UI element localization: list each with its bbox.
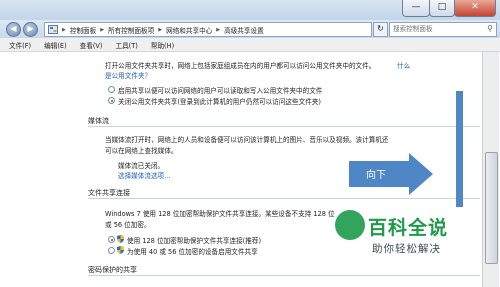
encryption-40-56-radio[interactable] [108,247,115,254]
breadcrumb-separator: ▶ [158,26,163,33]
breadcrumb-advanced-sharing[interactable]: 高级共享设置 [222,25,266,35]
encryption-128-label[interactable]: 使用 128 位加密帮助保护文件共享连接(推荐) [127,235,261,245]
breadcrumb-separator: ▶ [100,26,105,33]
what-is-public-folder-link-part1[interactable]: 什么 [397,60,410,70]
menu-file[interactable]: 文件(F) [9,40,31,50]
vertical-scrollbar[interactable] [482,52,499,287]
maximize-button[interactable]: □ [429,0,455,17]
control-panel-icon [48,25,58,34]
media-status: 媒体流已关闭。 [118,162,165,170]
breadcrumb-control-panel[interactable]: 控制面板 [68,25,98,35]
enable-public-sharing-label[interactable]: 启用共享以便可以访问网络的用户可以读取和写入公用文件夹中的文件 [118,85,322,95]
breadcrumb[interactable]: ▶ 控制面板 ▶ 所有控制面板项 ▶ 网络和共享中心 ▶ 高级共享设置 [44,22,372,37]
section-divider [88,126,480,127]
disable-public-sharing-radio[interactable] [108,97,115,104]
forward-button[interactable]: ▶ [23,22,38,37]
arrow-label: 向下 [366,170,386,181]
media-streaming-heading: 媒体流 [88,117,109,125]
scrollbar-thumb[interactable] [485,152,498,264]
file-sharing-description-line2: 或 56 位加密。 [105,221,151,229]
scroll-down-arrow-icon [349,153,433,195]
menu-view[interactable]: 查看(V) [80,40,103,50]
close-button[interactable]: ✕ [454,0,496,17]
uac-shield-icon [117,246,124,254]
menu-tools[interactable]: 工具(T) [115,40,137,50]
scroll-indicator-bar [456,91,463,207]
file-sharing-description-line1: Windows 7 使用 128 位加密帮助保护文件共享连接。某些设备不支持 1… [105,210,335,218]
media-description-line2: 可以在网络上查找媒体。 [105,147,178,155]
what-is-public-folder-link[interactable]: 是公用文件夹？ [105,70,151,80]
watermark-title: 百科全说 [368,217,449,239]
media-description-line1: 当媒体流打开时，网络上的人员和设备便可以访问该计算机上的图片、音乐以及视频。该计… [105,136,389,144]
search-box[interactable]: ⚲ [389,22,497,37]
uac-shield-icon [117,235,124,243]
breadcrumb-network-center[interactable]: 网络和共享中心 [164,25,214,35]
minimize-button[interactable]: — [402,0,430,17]
section-divider [88,275,480,276]
menu-bar: 文件(F) 编辑(E) 查看(V) 工具(T) 帮助(H) [0,38,500,52]
password-protected-sharing-heading: 密码保护的共享 [88,266,137,274]
file-sharing-heading: 文件共享连接 [88,189,130,197]
breadcrumb-all-items[interactable]: 所有控制面板项 [106,25,156,35]
encryption-128-radio[interactable] [108,236,115,243]
address-row: ◀ ▶ ▶ 控制面板 ▶ 所有控制面板项 ▶ 网络和共享中心 ▶ 高级共享设置 … [0,20,500,38]
menu-help[interactable]: 帮助(H) [151,40,174,50]
watermark-logo-icon [335,210,365,240]
watermark-subtitle: 助你轻松解决 [372,243,441,255]
breadcrumb-separator: ▶ [216,26,221,33]
encryption-40-56-label[interactable]: 为使用 40 或 56 位加密的设备启用文件共享 [127,246,258,256]
disable-public-sharing-label[interactable]: 关闭公用文件夹共享(登录到此计算机的用户仍然可以访问这些文件夹) [118,96,321,106]
menu-edit[interactable]: 编辑(E) [44,40,67,50]
refresh-button[interactable]: ↻ [373,22,388,37]
search-input[interactable] [390,23,484,34]
search-icon[interactable]: ⚲ [487,24,493,33]
media-options-link[interactable]: 选择媒体流选项... [118,170,170,180]
back-button[interactable]: ◀ [6,22,21,37]
section-divider [88,198,480,199]
enable-public-sharing-radio[interactable] [108,86,115,93]
breadcrumb-separator: ▶ [62,26,66,33]
title-bar: — □ ✕ [0,0,500,20]
public-folder-description: 打开公用文件夹共享时，网络上包括家庭组成员在内的用户都可以访问公用文件夹中的文件… [105,62,376,70]
